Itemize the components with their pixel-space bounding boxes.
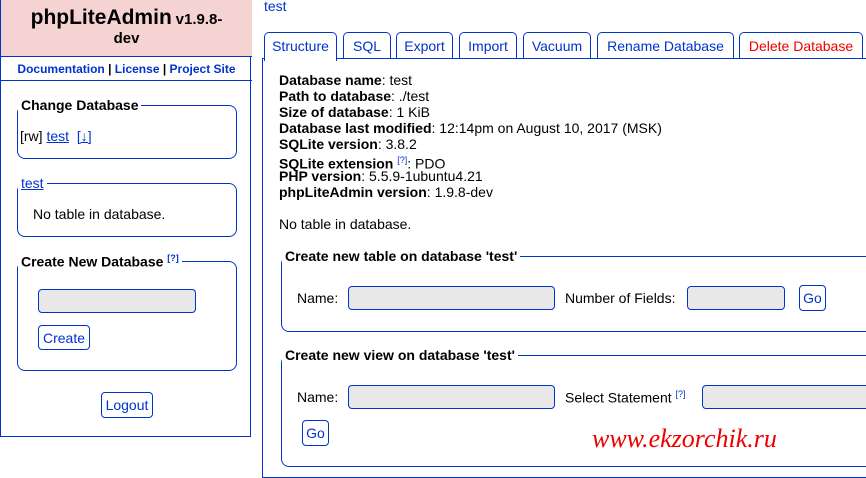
documentation-link[interactable]: Documentation	[17, 62, 104, 76]
info-size: Size of database: 1 KiB	[279, 104, 430, 120]
create-table-go-button[interactable]: Go	[799, 285, 826, 311]
view-name-label: Name:	[297, 389, 339, 405]
app-name: phpLiteAdmin	[30, 6, 172, 29]
tab-delete-database[interactable]: Delete Database	[739, 32, 863, 59]
sqlite-ext-help-link[interactable]: [?]	[397, 155, 407, 165]
current-db-link[interactable]: test	[21, 175, 44, 191]
app-version: v1.9.8-	[175, 11, 223, 28]
create-database-legend: Create New Database	[21, 253, 164, 270]
change-database-row: [rw] test [↓]	[20, 128, 92, 144]
project-site-link[interactable]: Project Site	[170, 62, 236, 76]
app-version-suffix: dev	[113, 30, 140, 47]
info-sqlite-version: SQLite version: 3.8.2	[279, 136, 417, 152]
change-database-legend: Change Database	[21, 97, 139, 113]
select-statement-help-link[interactable]: [?]	[676, 389, 686, 399]
create-view-legend: Create new view on database 'test'	[285, 347, 515, 363]
tab-structure[interactable]: Structure	[264, 32, 337, 61]
fields-count-input[interactable]	[687, 286, 785, 310]
create-db-help-link[interactable]: [?]	[167, 253, 179, 263]
select-statement-input[interactable]	[702, 385, 866, 409]
no-table-notice: No table in database.	[279, 216, 412, 232]
tab-vacuum[interactable]: Vacuum	[523, 32, 591, 59]
table-name-input[interactable]	[348, 286, 555, 310]
select-statement-label: Select Statement [?]	[565, 389, 686, 406]
view-name-input[interactable]	[348, 385, 555, 409]
logo-header: phpLiteAdmin v1.9.8- dev	[1, 0, 252, 57]
no-table-message: No table in database.	[33, 206, 166, 222]
tab-export[interactable]: Export	[396, 32, 453, 59]
license-link[interactable]: License	[115, 62, 160, 76]
table-name-label: Name:	[297, 290, 339, 306]
info-db-name: Database name: test	[279, 72, 413, 88]
tab-import[interactable]: Import	[459, 32, 517, 59]
new-database-input[interactable]	[38, 289, 196, 313]
breadcrumb[interactable]: test	[264, 0, 287, 14]
tab-rename-database[interactable]: Rename Database	[597, 32, 734, 59]
download-db-link[interactable]: [↓]	[77, 128, 92, 144]
fields-count-label: Number of Fields:	[565, 290, 676, 306]
info-pla-version: phpLiteAdmin version: 1.9.8-dev	[279, 184, 493, 200]
logout-button[interactable]: Logout	[101, 392, 153, 418]
create-table-legend: Create new table on database 'test'	[285, 248, 518, 264]
info-path: Path to database: ./test	[279, 88, 430, 104]
info-php-version: PHP version: 5.5.9-1ubuntu4.21	[279, 168, 483, 184]
tab-sql[interactable]: SQL	[343, 32, 391, 59]
db-link-test[interactable]: test	[46, 128, 69, 144]
create-view-go-button[interactable]: Go	[302, 420, 329, 446]
watermark: www.ekzorchik.ru	[592, 424, 777, 453]
info-last-modified: Database last modified: 12:14pm on Augus…	[279, 120, 662, 136]
active-tab-gap	[265, 58, 336, 60]
sidebar-links: Documentation | License | Project Site	[1, 57, 252, 81]
create-database-button[interactable]: Create	[38, 325, 90, 350]
db-mode: [rw]	[20, 128, 43, 144]
sidebar: phpLiteAdmin v1.9.8- dev Documentation |…	[0, 0, 252, 437]
